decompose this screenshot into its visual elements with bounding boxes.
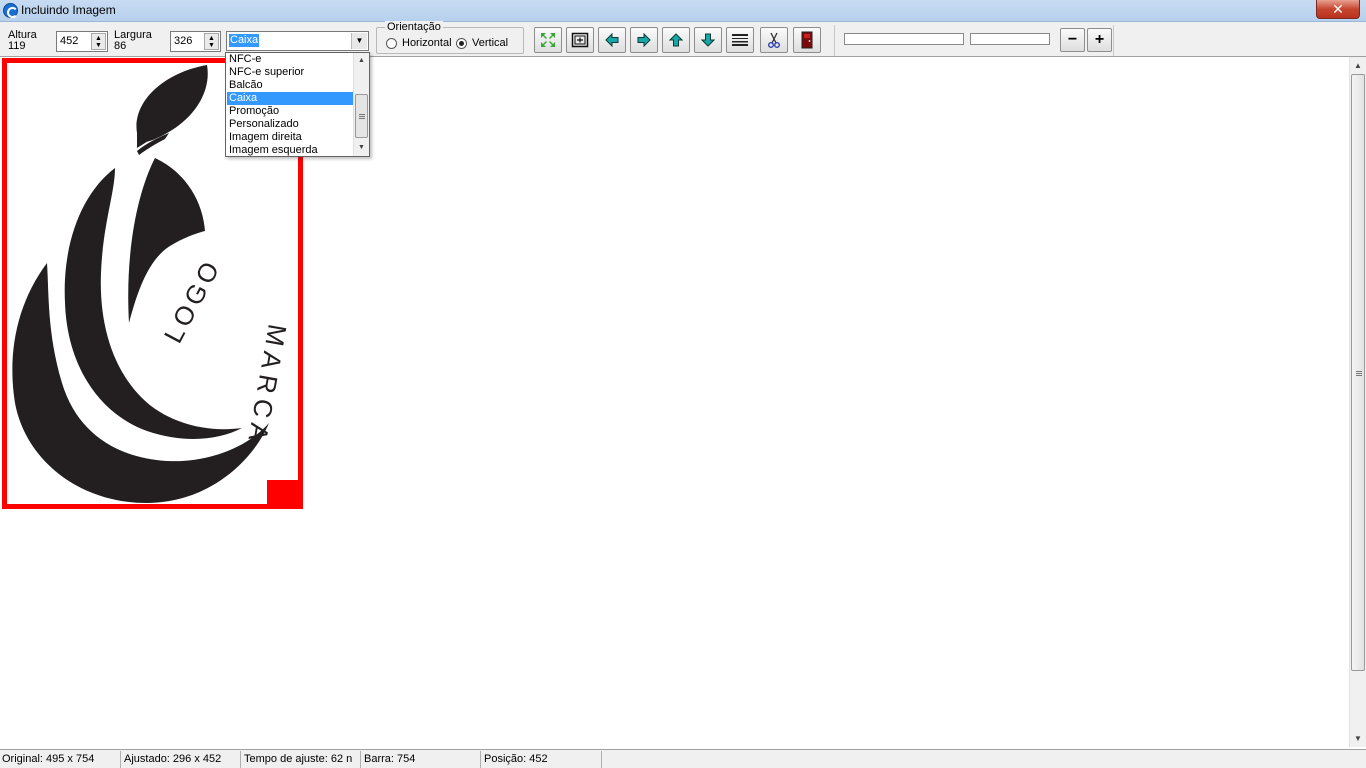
spin-up-icon: ▲ — [208, 35, 215, 42]
resize-handle[interactable] — [267, 480, 303, 509]
altura-sub-value: 119 — [8, 40, 26, 52]
status-tempo: Tempo de ajuste: 62 n — [242, 751, 361, 768]
center-button[interactable] — [566, 27, 594, 53]
arrow-right-icon — [637, 33, 651, 47]
dropdown-scroll-thumb[interactable] — [355, 94, 368, 138]
status-original: Original: 495 x 754 — [0, 751, 121, 768]
altura-spin-input[interactable]: 452 ▲ ▼ — [56, 31, 108, 52]
marca-text: MARCA — [242, 322, 293, 449]
door-exit-icon — [801, 31, 813, 49]
option-promocao[interactable]: Promoção — [227, 105, 353, 118]
largura-spin-arrows[interactable]: ▲ ▼ — [204, 33, 219, 50]
spin-down-icon: ▼ — [208, 42, 215, 49]
orientation-legend: Orientação — [385, 21, 443, 33]
arrow-up-icon — [669, 33, 683, 47]
radio-horizontal-label[interactable]: Horizontal — [402, 37, 452, 49]
main-scroll-thumb[interactable] — [1351, 74, 1365, 671]
largura-value: 326 — [174, 35, 193, 47]
option-balcao[interactable]: Balcão — [227, 79, 353, 92]
chevron-down-icon[interactable]: ▼ — [351, 33, 367, 49]
window-title: Incluindo Imagem — [21, 3, 116, 17]
scroll-down-icon[interactable]: ▼ — [1350, 730, 1366, 747]
cut-button[interactable] — [760, 27, 788, 53]
fit-button[interactable] — [534, 27, 562, 53]
logo-text: LOGO — [158, 253, 227, 348]
radio-vertical[interactable] — [456, 38, 467, 49]
toolbar: Altura 119 452 ▲ ▼ Largura 86 326 ▲ ▼ Ca… — [0, 21, 1366, 57]
scroll-up-icon[interactable]: ▲ — [354, 53, 369, 69]
arrow-left-icon — [605, 33, 619, 47]
spin-up-icon: ▲ — [95, 35, 102, 42]
spin-down-icon: ▼ — [95, 42, 102, 49]
zoom-out-button[interactable]: − — [1060, 28, 1085, 52]
layout-dropdown-list[interactable]: NFC-e NFC-e superior Balcão Caixa Promoç… — [225, 52, 370, 157]
move-down-button[interactable] — [694, 27, 722, 53]
barcode-icon — [732, 34, 748, 46]
orientation-group: Orientação Horizontal Vertical — [376, 21, 524, 54]
altura-spin-arrows[interactable]: ▲ ▼ — [91, 33, 106, 50]
option-imagem-esquerda[interactable]: Imagem esquerda — [227, 144, 353, 156]
option-personalizado[interactable]: Personalizado — [227, 118, 353, 131]
arrow-down-icon — [701, 33, 715, 47]
option-nfce[interactable]: NFC-e — [227, 53, 353, 66]
scroll-up-icon[interactable]: ▲ — [1350, 57, 1366, 74]
app-icon — [3, 3, 18, 18]
barcode-button[interactable] — [726, 27, 754, 53]
zoom-in-button[interactable]: + — [1087, 28, 1112, 52]
status-ajustado: Ajustado: 296 x 452 — [122, 751, 241, 768]
status-barra: Barra: 754 — [362, 751, 481, 768]
status-posicao: Posição: 452 — [482, 751, 602, 768]
largura-sub-value: 86 — [114, 40, 127, 52]
move-up-button[interactable] — [662, 27, 690, 53]
move-left-button[interactable] — [598, 27, 626, 53]
exit-button[interactable] — [793, 27, 821, 53]
scissors-icon — [768, 32, 780, 48]
option-imagem-direita[interactable]: Imagem direita — [227, 131, 353, 144]
radio-horizontal[interactable] — [386, 38, 397, 49]
title-bar: Incluindo Imagem ✕ — [0, 0, 1366, 22]
move-right-button[interactable] — [630, 27, 658, 53]
altura-value: 452 — [60, 35, 79, 47]
option-nfce-superior[interactable]: NFC-e superior — [227, 66, 353, 79]
slider-track-2[interactable] — [970, 33, 1050, 45]
slider-track-1[interactable] — [844, 33, 964, 45]
largura-spin-input[interactable]: 326 ▲ ▼ — [170, 31, 221, 52]
image-canvas[interactable]: LOGO MARCA — [0, 57, 1349, 747]
option-caixa[interactable]: Caixa — [227, 92, 353, 105]
scroll-down-icon[interactable]: ▼ — [354, 140, 369, 156]
dropdown-scrollbar[interactable]: ▲ ▼ — [353, 53, 369, 156]
expand-arrows-icon — [541, 33, 555, 47]
layout-selected-value: Caixa — [229, 34, 260, 47]
layout-select[interactable]: Caixa ▼ — [226, 31, 369, 51]
close-button[interactable]: ✕ — [1316, 0, 1360, 19]
main-vertical-scrollbar[interactable]: ▲ ▼ — [1349, 57, 1366, 747]
status-bar: Original: 495 x 754 Ajustado: 296 x 452 … — [0, 749, 1366, 768]
radio-vertical-label[interactable]: Vertical — [472, 37, 508, 49]
center-frame-icon — [571, 32, 589, 48]
